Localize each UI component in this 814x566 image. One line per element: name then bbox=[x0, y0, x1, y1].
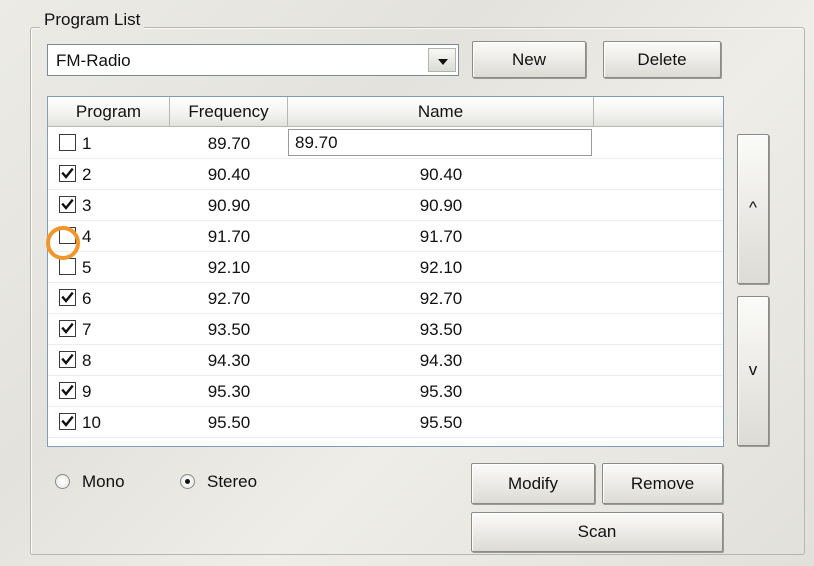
table-row[interactable]: 7 93.50 93.50 bbox=[48, 314, 723, 345]
table-row[interactable]: 5 92.10 92.10 bbox=[48, 252, 723, 283]
program-listview[interactable]: Program Frequency Name 1 89.70 89.70 2 90.40… bbox=[47, 96, 724, 447]
new-button-label: New bbox=[511, 50, 546, 69]
focus-highlight-ring bbox=[46, 226, 80, 260]
frequency-cell: 92.70 bbox=[207, 289, 251, 308]
delete-button-label: Delete bbox=[637, 50, 687, 69]
scan-button-label: Scan bbox=[577, 522, 617, 541]
source-combobox[interactable]: FM-Radio bbox=[47, 44, 459, 76]
table-row[interactable]: 1 89.70 89.70 bbox=[48, 128, 723, 159]
checkbox-checked[interactable] bbox=[59, 320, 76, 337]
checkbox-checked[interactable] bbox=[59, 351, 76, 368]
combo-dropdown-button[interactable] bbox=[428, 48, 456, 72]
frequency-cell: 93.50 bbox=[207, 320, 251, 339]
checkmark-icon bbox=[61, 198, 74, 210]
frequency-cell: 89.70 bbox=[207, 134, 251, 153]
table-row[interactable]: 10 95.50 95.50 bbox=[48, 407, 723, 438]
name-cell: 92.70 bbox=[419, 289, 463, 308]
column-header-name[interactable]: Name bbox=[288, 97, 594, 127]
frequency-cell: 90.90 bbox=[207, 196, 251, 215]
program-number: 7 bbox=[82, 320, 92, 339]
checkmark-icon bbox=[61, 415, 74, 427]
stereo-radio-dot[interactable] bbox=[180, 474, 195, 489]
mono-radio-label: Mono bbox=[82, 472, 125, 491]
move-up-button[interactable]: ^ bbox=[737, 134, 769, 284]
program-number: 9 bbox=[82, 382, 92, 401]
scan-button[interactable]: Scan bbox=[471, 512, 723, 552]
name-cell: 92.10 bbox=[419, 258, 463, 277]
name-cell: 94.30 bbox=[419, 351, 463, 370]
checkbox-unchecked[interactable] bbox=[59, 134, 76, 151]
name-cell: 95.30 bbox=[419, 382, 463, 401]
checkbox-checked[interactable] bbox=[59, 382, 76, 399]
listview-header: Program Frequency Name bbox=[48, 97, 723, 127]
program-number: 8 bbox=[82, 351, 92, 370]
checkmark-icon bbox=[61, 384, 74, 396]
program-number: 2 bbox=[82, 165, 92, 184]
move-down-label: v bbox=[748, 360, 758, 379]
name-edit-field[interactable]: 89.70 bbox=[288, 129, 592, 156]
column-header-extra[interactable] bbox=[594, 97, 723, 127]
program-number: 10 bbox=[82, 413, 101, 432]
move-down-button[interactable]: v bbox=[737, 296, 769, 446]
program-number: 4 bbox=[82, 227, 92, 246]
name-cell: 93.50 bbox=[419, 320, 463, 339]
remove-button[interactable]: Remove bbox=[602, 463, 723, 504]
checkmark-icon bbox=[61, 291, 74, 303]
table-row[interactable]: 9 95.30 95.30 bbox=[48, 376, 723, 407]
frequency-cell: 95.50 bbox=[207, 413, 251, 432]
frequency-cell: 94.30 bbox=[207, 351, 251, 370]
program-number: 1 bbox=[82, 134, 92, 153]
name-cell: 90.90 bbox=[419, 196, 463, 215]
frequency-cell: 95.30 bbox=[207, 382, 251, 401]
mono-radio-dot[interactable] bbox=[55, 474, 70, 489]
checkmark-icon bbox=[61, 322, 74, 334]
combo-value: FM-Radio bbox=[56, 51, 131, 70]
column-header-program[interactable]: Program bbox=[48, 97, 170, 127]
table-row[interactable]: 6 92.70 92.70 bbox=[48, 283, 723, 314]
name-cell: 95.50 bbox=[419, 413, 463, 432]
checkbox-checked[interactable] bbox=[59, 196, 76, 213]
new-button[interactable]: New bbox=[472, 41, 586, 78]
stereo-radio-label: Stereo bbox=[207, 472, 258, 491]
column-header-frequency[interactable]: Frequency bbox=[170, 97, 288, 127]
checkbox-checked[interactable] bbox=[59, 413, 76, 430]
remove-button-label: Remove bbox=[630, 474, 695, 493]
group-title: Program List bbox=[40, 10, 145, 30]
name-cell: 91.70 bbox=[419, 227, 463, 246]
frequency-cell: 91.70 bbox=[207, 227, 251, 246]
table-row[interactable]: 4 91.70 91.70 bbox=[48, 221, 723, 252]
chevron-down-icon bbox=[438, 59, 448, 65]
checkbox-checked[interactable] bbox=[59, 165, 76, 182]
name-cell: 90.40 bbox=[419, 165, 463, 184]
program-number: 3 bbox=[82, 196, 92, 215]
checkmark-icon bbox=[61, 167, 74, 179]
checkbox-unchecked[interactable] bbox=[59, 258, 76, 275]
frequency-cell: 90.40 bbox=[207, 165, 251, 184]
checkmark-icon bbox=[61, 353, 74, 365]
modify-button-label: Modify bbox=[507, 474, 559, 493]
table-row[interactable]: 8 94.30 94.30 bbox=[48, 345, 723, 376]
modify-button[interactable]: Modify bbox=[471, 463, 595, 504]
delete-button[interactable]: Delete bbox=[603, 41, 721, 78]
program-number: 6 bbox=[82, 289, 92, 308]
table-row[interactable]: 2 90.40 90.40 bbox=[48, 159, 723, 190]
checkbox-checked[interactable] bbox=[59, 289, 76, 306]
move-up-label: ^ bbox=[749, 198, 757, 217]
frequency-cell: 92.10 bbox=[207, 258, 251, 277]
program-number: 5 bbox=[82, 258, 92, 277]
table-row[interactable]: 3 90.90 90.90 bbox=[48, 190, 723, 221]
